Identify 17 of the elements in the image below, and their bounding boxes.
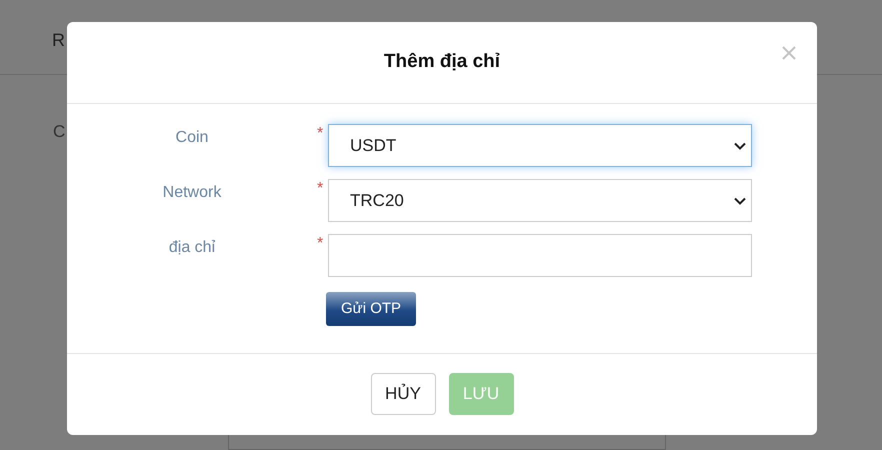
dialog-title: Thêm địa chỉ [384,50,500,74]
dropdown-select[interactable]: USDT [328,124,752,167]
close-icon[interactable] [782,46,796,60]
required-mark: * [317,180,324,197]
chevron-down-icon [734,196,746,204]
required-mark: * [317,125,324,142]
field-label: địa chỉ [168,238,216,258]
send-otp-button[interactable]: Gửi OTP [326,292,416,326]
cancel-button[interactable]: HỦY [370,373,436,415]
address-input[interactable] [328,234,752,277]
page-heading: R [52,30,65,50]
section-label: C [53,122,66,142]
dropdown-select[interactable]: TRC20 [328,179,752,222]
field-label: Coin [174,128,210,148]
required-mark: * [317,235,324,252]
field-label: Network [162,183,222,203]
chevron-down-icon [734,142,746,150]
